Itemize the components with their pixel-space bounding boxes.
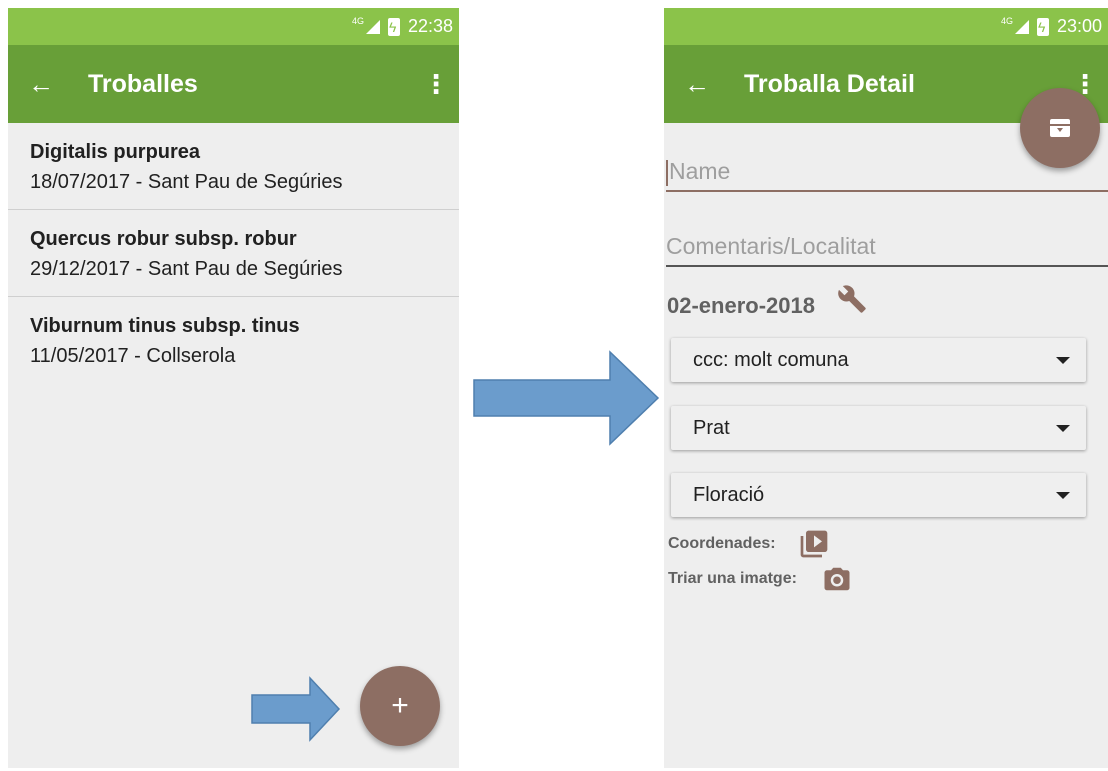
- signal-icon: [1014, 19, 1029, 34]
- clock: 23:00: [1056, 16, 1102, 36]
- item-date-location: 11/05/2017 - Collserola: [30, 345, 236, 367]
- battery-charging-icon: [1036, 17, 1049, 36]
- abundance-value: ccc: molt comuna: [693, 348, 849, 371]
- phenology-select[interactable]: Floració: [671, 473, 1086, 517]
- finding-date: 02-enero-2018: [667, 293, 815, 318]
- page-title: Troballes: [88, 69, 198, 98]
- signal-icon: [365, 19, 380, 34]
- list-item[interactable]: Viburnum tinus subsp. tinus 11/05/2017 -…: [8, 297, 459, 384]
- network-type: 4G: [1000, 15, 1013, 26]
- troballes-list-screen: 4G 22:38 ← Troballes ⋮ Digitalis purpure…: [8, 8, 459, 768]
- status-bar: 4G 22:38: [8, 8, 459, 45]
- habitat-select[interactable]: Prat: [671, 406, 1086, 450]
- app-toolbar: ← Troballes ⋮: [8, 45, 459, 123]
- page-title: Troballa Detail: [744, 69, 915, 98]
- overflow-menu-icon[interactable]: ⋮: [421, 69, 451, 100]
- phenology-value: Floració: [693, 483, 765, 506]
- network-type: 4G: [351, 15, 364, 26]
- camera-icon[interactable]: [822, 564, 852, 594]
- troballa-detail-screen: 4G 23:00 ← Troballa Detail ⋮ Name Coment…: [664, 8, 1108, 768]
- comment-location-field[interactable]: Comentaris/Localitat: [666, 233, 1108, 267]
- save-archive-button[interactable]: [1020, 88, 1100, 168]
- coordinates-label: Coordenades:: [668, 535, 776, 552]
- clock: 22:38: [407, 16, 453, 36]
- battery-charging-icon: [387, 17, 400, 36]
- status-bar: 4G 23:00: [664, 8, 1108, 45]
- habitat-value: Prat: [693, 416, 730, 439]
- date-row: 02-enero-2018: [667, 285, 867, 319]
- back-arrow-icon[interactable]: ←: [28, 69, 88, 100]
- add-icon: +: [391, 689, 409, 722]
- dropdown-caret-icon: [1056, 356, 1070, 364]
- item-species: Digitalis purpurea: [30, 141, 201, 163]
- list-item[interactable]: Quercus robur subsp. robur 29/12/2017 - …: [8, 210, 459, 297]
- name-placeholder: Name: [669, 158, 731, 184]
- image-row: Triar una imatge:: [668, 564, 852, 594]
- item-date-location: 29/12/2017 - Sant Pau de Segúries: [30, 258, 343, 280]
- dropdown-caret-icon: [1056, 491, 1070, 499]
- archive-icon: [1050, 119, 1070, 137]
- photo-library-icon[interactable]: [798, 528, 830, 560]
- abundance-select[interactable]: ccc: molt comuna: [671, 338, 1086, 382]
- troballes-list: Digitalis purpurea 18/07/2017 - Sant Pau…: [8, 123, 459, 384]
- annotation-arrow-large: [473, 350, 660, 446]
- text-cursor: [666, 159, 668, 186]
- item-species: Viburnum tinus subsp. tinus: [30, 315, 300, 337]
- annotation-arrow-small: [251, 676, 341, 742]
- comment-placeholder: Comentaris/Localitat: [666, 233, 876, 259]
- item-date-location: 18/07/2017 - Sant Pau de Segúries: [30, 171, 343, 193]
- add-troballa-button[interactable]: +: [360, 666, 440, 746]
- image-label: Triar una imatge:: [668, 570, 797, 587]
- coordinates-row: Coordenades:: [668, 528, 830, 560]
- wrench-icon[interactable]: [837, 284, 867, 314]
- item-species: Quercus robur subsp. robur: [30, 228, 297, 250]
- dropdown-caret-icon: [1056, 424, 1070, 432]
- back-arrow-icon[interactable]: ←: [684, 69, 744, 100]
- list-item[interactable]: Digitalis purpurea 18/07/2017 - Sant Pau…: [8, 123, 459, 210]
